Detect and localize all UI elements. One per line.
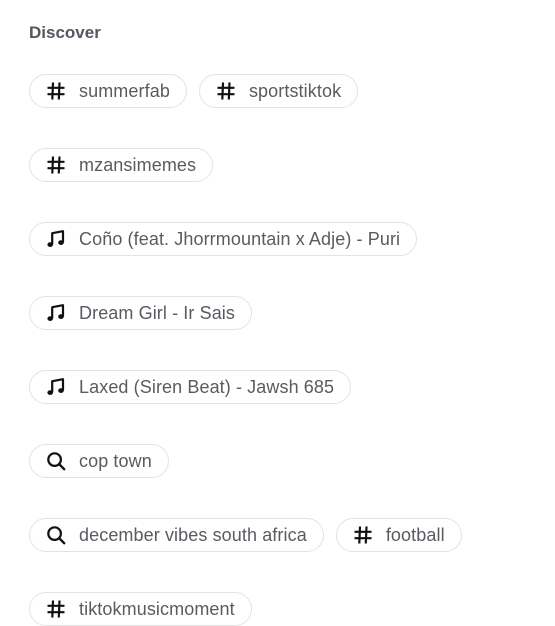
- chip-label: mzansimemes: [79, 154, 197, 175]
- discover-chip-search[interactable]: december vibes south africa: [29, 518, 324, 552]
- discover-chip-hashtag[interactable]: tiktokmusicmoment: [29, 592, 252, 626]
- discover-chip-list: summerfab sportstiktok mzansimemes Coño …: [29, 74, 539, 626]
- discover-chip-music[interactable]: Dream Girl - Ir Sais: [29, 296, 253, 330]
- music-note-icon: [46, 377, 66, 397]
- chip-label: Laxed (Siren Beat) - Jawsh 685: [79, 376, 335, 397]
- discover-chip-music[interactable]: Laxed (Siren Beat) - Jawsh 685: [29, 370, 352, 404]
- chip-label: Dream Girl - Ir Sais: [79, 302, 236, 323]
- music-note-icon: [46, 229, 66, 249]
- discover-chip-hashtag[interactable]: summerfab: [29, 74, 187, 108]
- search-icon: [46, 451, 66, 471]
- discover-chip-search[interactable]: cop town: [29, 444, 169, 478]
- music-note-icon: [46, 303, 66, 323]
- chip-label: summerfab: [79, 80, 170, 101]
- discover-chip-hashtag[interactable]: football: [335, 518, 462, 552]
- chip-label: football: [385, 524, 445, 545]
- chip-label: cop town: [79, 450, 152, 471]
- hashtag-icon: [46, 155, 66, 175]
- discover-chip-hashtag[interactable]: sportstiktok: [198, 74, 359, 108]
- hashtag-icon: [216, 81, 236, 101]
- chip-label: Coño (feat. Jhorrmountain x Adje) - Puri: [79, 228, 401, 249]
- discover-chip-hashtag[interactable]: mzansimemes: [29, 148, 214, 182]
- search-icon: [46, 525, 66, 545]
- hashtag-icon: [46, 599, 66, 619]
- hashtag-icon: [353, 525, 373, 545]
- chip-label: december vibes south africa: [79, 524, 307, 545]
- discover-chip-music[interactable]: Coño (feat. Jhorrmountain x Adje) - Puri: [29, 222, 418, 256]
- chip-label: tiktokmusicmoment: [79, 598, 235, 619]
- chip-label: sportstiktok: [248, 80, 342, 101]
- discover-title: Discover: [29, 23, 101, 42]
- hashtag-icon: [46, 81, 66, 101]
- discover-section: Discover summerfab sportstiktok mzansime…: [29, 20, 539, 626]
